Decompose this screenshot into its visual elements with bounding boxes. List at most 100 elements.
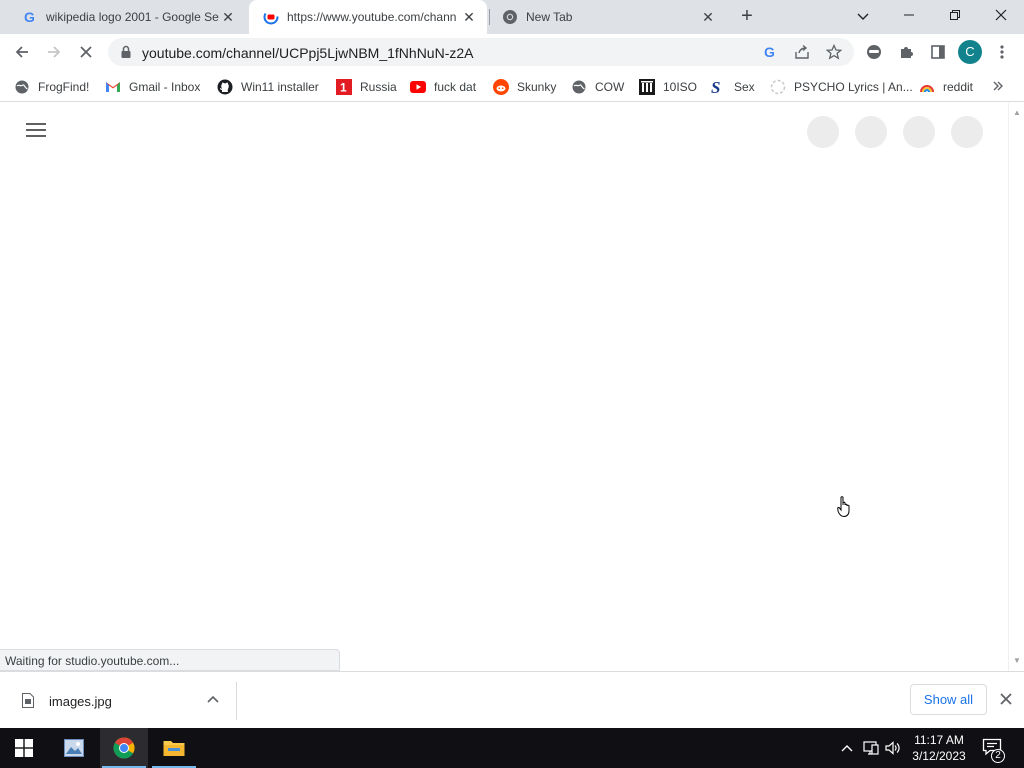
windows-taskbar: 11:17 AM 3/12/2023 2	[0, 728, 1024, 768]
restore-icon	[950, 10, 960, 20]
bookmark-reddit[interactable]: reddit	[919, 76, 973, 98]
side-panel-icon	[931, 45, 945, 59]
bookmark-psycho-lyrics[interactable]: PSYCHO Lyrics | An...	[770, 76, 913, 98]
clock-time: 11:17 AM	[914, 733, 964, 747]
red-square-icon: 1	[336, 79, 352, 95]
bookmark-sex[interactable]: S Sex	[710, 76, 755, 98]
reddit-icon	[493, 79, 509, 95]
clock-date: 3/12/2023	[912, 749, 966, 763]
download-filename: images.jpg	[49, 694, 112, 709]
show-all-button[interactable]: Show all	[910, 684, 987, 715]
tab-new-tab[interactable]: New Tab ✕	[488, 0, 726, 34]
extension-button[interactable]	[862, 40, 886, 64]
minimize-icon	[904, 14, 914, 16]
more-bookmarks-button[interactable]	[993, 80, 1003, 94]
browser-toolbar: youtube.com/channel/UCPpj5LjwNBM_1fNhNuN…	[0, 34, 1024, 71]
bookmark-star-icon[interactable]	[824, 42, 844, 62]
bookmark-frogfind[interactable]: FrogFind!	[14, 76, 89, 98]
tab-google-search[interactable]: G wikipedia logo 2001 - Google Se ✕	[8, 0, 246, 34]
close-window-button[interactable]	[987, 4, 1015, 28]
close-icon[interactable]: ✕	[700, 9, 716, 25]
bookmark-fuck-dat[interactable]: fuck dat	[410, 76, 476, 98]
s-logo-icon: S	[710, 79, 726, 95]
url-text: youtube.com/channel/UCPpj5LjwNBM_1fNhNuN…	[142, 45, 474, 61]
rainbow-icon	[919, 79, 935, 95]
svg-text:1: 1	[340, 81, 347, 95]
chrome-icon	[113, 737, 135, 759]
bookmark-10iso[interactable]: 10ISO	[639, 76, 697, 98]
hamburger-menu-icon[interactable]	[26, 123, 46, 137]
close-icon[interactable]	[998, 691, 1014, 707]
status-bar: Waiting for studio.youtube.com...	[0, 649, 340, 671]
google-lens-icon[interactable]: G	[760, 42, 780, 62]
back-button[interactable]	[10, 40, 34, 64]
minimize-button[interactable]	[895, 4, 923, 28]
tab-search-button[interactable]	[849, 4, 877, 28]
svg-text:G: G	[24, 9, 35, 25]
close-icon	[80, 46, 92, 58]
address-bar[interactable]: youtube.com/channel/UCPpj5LjwNBM_1fNhNuN…	[108, 38, 854, 66]
building-icon	[639, 79, 655, 95]
svg-text:G: G	[764, 44, 775, 60]
bookmark-skunky[interactable]: Skunky	[493, 76, 556, 98]
bookmark-win11-installer[interactable]: Win11 installer	[217, 76, 319, 98]
youtube-loading-icon	[263, 9, 279, 25]
gmail-icon	[105, 79, 121, 95]
page-content	[0, 103, 1008, 671]
new-tab-button[interactable]: +	[737, 6, 757, 27]
download-item[interactable]: images.jpg	[0, 682, 237, 720]
bookmark-cow[interactable]: COW	[571, 76, 624, 98]
tab-title: https://www.youtube.com/chann	[287, 10, 457, 24]
bookmark-gmail[interactable]: Gmail - Inbox	[105, 76, 200, 98]
restore-button[interactable]	[941, 4, 969, 28]
double-chevron-right-icon	[993, 81, 1003, 91]
arrow-right-icon	[48, 46, 61, 58]
close-icon[interactable]: ✕	[461, 9, 477, 25]
side-panel-button[interactable]	[926, 40, 950, 64]
share-icon[interactable]	[792, 42, 812, 62]
bookmark-label: Gmail - Inbox	[129, 80, 201, 94]
skeleton-placeholder	[951, 116, 983, 148]
svg-text:S: S	[711, 79, 720, 95]
loading-circle-icon	[770, 79, 786, 95]
volume-icon[interactable]	[884, 739, 902, 757]
scroll-down-arrow-icon[interactable]: ▼	[1013, 657, 1021, 665]
bookmark-label: PSYCHO Lyrics | An...	[794, 80, 913, 94]
taskbar-clock[interactable]: 11:17 AM 3/12/2023	[908, 732, 970, 764]
chrome-icon	[502, 9, 518, 25]
bookmark-label: 10ISO	[663, 80, 698, 94]
chevron-up-icon[interactable]	[838, 739, 856, 757]
chevron-up-icon[interactable]	[206, 692, 220, 706]
close-icon[interactable]: ✕	[220, 9, 236, 25]
folder-icon	[163, 741, 185, 756]
scroll-up-arrow-icon[interactable]: ▲	[1013, 109, 1021, 117]
kebab-menu-icon	[1000, 45, 1004, 59]
vertical-scrollbar[interactable]: ▲ ▼	[1008, 103, 1024, 671]
bookmark-label: COW	[595, 80, 625, 94]
windows-logo-icon	[15, 739, 33, 757]
forward-button[interactable]	[42, 40, 66, 64]
chevron-down-icon	[857, 13, 869, 20]
bookmarks-bar: FrogFind! Gmail - Inbox Win11 installer …	[0, 71, 1024, 102]
bookmark-label: Sex	[734, 80, 755, 94]
bookmark-label: Win11 installer	[241, 80, 319, 94]
download-shelf: images.jpg Show all	[0, 671, 1024, 728]
start-button[interactable]	[0, 728, 48, 768]
chrome-menu-button[interactable]	[990, 40, 1014, 64]
close-icon	[995, 9, 1007, 21]
bookmark-label: fuck dat	[434, 80, 477, 94]
file-icon	[22, 693, 34, 711]
stop-loading-button[interactable]	[74, 40, 98, 64]
youtube-icon	[410, 79, 426, 95]
taskbar-app-chrome[interactable]	[100, 728, 148, 768]
extensions-button[interactable]	[894, 40, 918, 64]
tab-youtube-channel[interactable]: https://www.youtube.com/chann ✕	[249, 0, 487, 34]
arrow-left-icon	[15, 46, 28, 58]
lock-icon	[120, 45, 132, 62]
profile-avatar[interactable]: C	[958, 40, 982, 64]
taskbar-app-file-explorer[interactable]	[150, 728, 198, 768]
taskbar-app-photos[interactable]	[50, 728, 98, 768]
network-icon[interactable]	[862, 739, 880, 757]
github-icon	[217, 79, 233, 95]
bookmark-russia[interactable]: 1 Russia	[336, 76, 397, 98]
